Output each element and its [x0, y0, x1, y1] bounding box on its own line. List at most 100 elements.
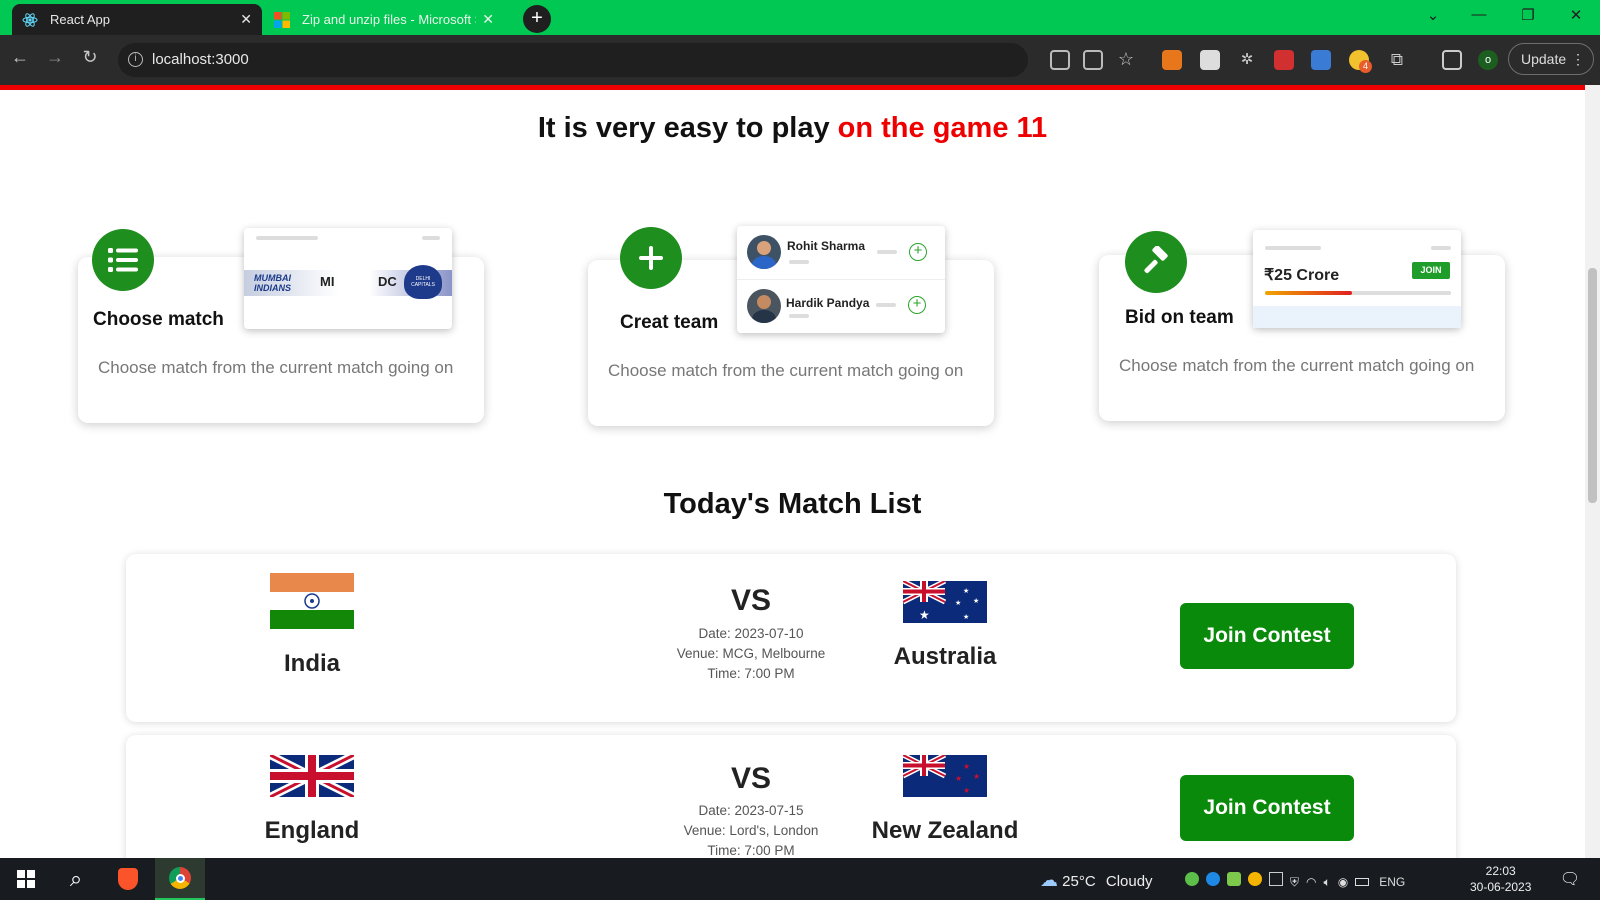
step-description: Choose match from the current match goin…: [98, 358, 454, 377]
language-indicator[interactable]: ENG: [1379, 875, 1405, 889]
search-icon[interactable]: ⌕: [58, 858, 94, 900]
svg-text:★: ★: [963, 587, 969, 595]
windows-start-icon[interactable]: [10, 858, 42, 900]
join-bid-button[interactable]: JOIN: [1412, 262, 1450, 279]
team-name: India: [283, 650, 340, 677]
placeholder-bar: [789, 260, 809, 264]
url-text: localhost:3000: [152, 51, 249, 68]
svg-text:★: ★: [973, 772, 980, 781]
volume-icon[interactable]: 🔈︎: [1324, 875, 1331, 889]
update-button[interactable]: Update ⋮: [1508, 43, 1594, 75]
placeholder-bar: [789, 314, 809, 318]
tab-close-icon[interactable]: ✕: [482, 11, 494, 28]
scrollbar-thumb[interactable]: [1588, 268, 1597, 503]
svg-text:★: ★: [919, 608, 930, 622]
tab-close-icon[interactable]: ✕: [240, 11, 252, 28]
bid-card-footer: [1253, 306, 1461, 328]
placeholder-bar: [1265, 246, 1321, 250]
notifications-icon[interactable]: 🗨︎: [1555, 858, 1585, 900]
svg-text:★: ★: [955, 599, 961, 607]
step-description: Choose match from the current match goin…: [608, 361, 964, 380]
placeholder-bar: [256, 236, 318, 240]
cloud-icon: ☁: [1040, 870, 1058, 890]
minimize-icon[interactable]: —: [1464, 6, 1494, 23]
browser-toolbar: ← → ↻ i localhost:3000 ☆ ✲ 4 ⧉ o Update …: [0, 35, 1600, 85]
team-name: England: [264, 817, 360, 844]
weather-widget[interactable]: ☁ 25°C Cloudy: [1040, 870, 1153, 891]
update-label: Update: [1521, 51, 1567, 67]
tab-zip-unzip[interactable]: Zip and unzip files - Microsoft S ✕: [264, 4, 504, 35]
step-description: Choose match from the current match goin…: [1119, 356, 1475, 375]
chevron-down-icon[interactable]: ⌄: [1418, 6, 1448, 24]
step-label: Creat team: [620, 312, 719, 333]
vs-label: VS: [730, 762, 772, 795]
step-icon-circle: [1125, 231, 1187, 293]
team-code: DC: [378, 274, 397, 289]
profile-avatar[interactable]: o: [1478, 50, 1498, 70]
bid-preview-card: ₹25 Crore JOIN: [1253, 230, 1461, 328]
battery-icon[interactable]: [1355, 878, 1370, 886]
add-player-icon[interactable]: +: [909, 243, 927, 261]
back-icon[interactable]: ←: [7, 47, 33, 68]
bid-progress-track: [1265, 291, 1451, 295]
install-icon[interactable]: [1050, 50, 1070, 70]
match-card: India VS Date: 2023-07-10 Venue: MCG, Me…: [126, 554, 1456, 722]
extension-icon[interactable]: [1311, 50, 1331, 70]
australia-flag-icon: ★ ★ ★ ★ ★: [901, 578, 987, 623]
chrome-icon[interactable]: [155, 858, 205, 900]
bookmark-star-icon[interactable]: ☆: [1116, 50, 1136, 70]
bid-progress-fill: [1265, 291, 1353, 295]
browser-tab-strip: React App ✕ Zip and unzip files - Micros…: [0, 0, 1600, 35]
share-icon[interactable]: [1083, 50, 1103, 70]
forward-icon[interactable]: →: [42, 47, 68, 68]
join-contest-button[interactable]: Join Contest: [1180, 775, 1354, 841]
mumbai-indians-logo: MUMBAI INDIANS: [254, 273, 292, 293]
svg-text:★: ★: [963, 786, 970, 795]
security-shield-icon[interactable]: ⛨: [1290, 875, 1299, 889]
taskbar-clock[interactable]: 22:03 30-06-2023: [1470, 863, 1531, 895]
step-label: Choose match: [93, 309, 224, 330]
extension-icon[interactable]: ✲: [1237, 50, 1257, 70]
svg-text:★: ★: [963, 762, 970, 771]
extension-icon[interactable]: 4: [1349, 50, 1372, 73]
menu-dots-icon[interactable]: ⋮: [1571, 44, 1585, 74]
wifi-icon[interactable]: ◠: [1306, 875, 1316, 889]
team-preview-card: Rohit Sharma + Hardik Pandya +: [737, 226, 945, 333]
add-player-icon[interactable]: +: [908, 296, 926, 314]
divider: [737, 279, 945, 280]
extension-icon[interactable]: [1274, 50, 1294, 70]
new-tab-button[interactable]: +: [523, 5, 551, 33]
svg-text:★: ★: [973, 597, 979, 605]
address-bar[interactable]: i localhost:3000: [118, 43, 1028, 77]
tab-react-app[interactable]: React App ✕: [12, 4, 262, 35]
tray-app-icon[interactable]: [1185, 872, 1199, 886]
team-name: Australia: [893, 643, 997, 670]
player-avatar: [747, 289, 781, 323]
tray-app-icon[interactable]: [1269, 872, 1283, 886]
brave-browser-icon[interactable]: [112, 858, 144, 900]
info-icon[interactable]: i: [128, 52, 143, 67]
puzzle-icon[interactable]: ⧉: [1387, 50, 1407, 70]
extension-badge: 4: [1359, 60, 1372, 73]
reload-icon[interactable]: ↻: [77, 47, 103, 68]
step-label: Bid on team: [1125, 307, 1234, 328]
join-contest-button[interactable]: Join Contest: [1180, 603, 1354, 669]
match-preview-card: MUMBAI INDIANS MI DC DELHI CAPITALS: [244, 228, 452, 329]
close-icon[interactable]: ✕: [1561, 6, 1591, 24]
side-panel-icon[interactable]: [1442, 50, 1462, 70]
hero-title: It is very easy to play on the game 11: [0, 112, 1585, 145]
match-date: Date: 2023-07-10: [698, 626, 804, 641]
gavel-icon: [1144, 246, 1168, 274]
tray-app-icon[interactable]: [1227, 872, 1241, 886]
chrome-tray-icon[interactable]: [1248, 872, 1262, 886]
player-name: Hardik Pandya: [786, 296, 870, 310]
restore-icon[interactable]: ❐: [1513, 6, 1543, 24]
weather-desc: Cloudy: [1105, 873, 1153, 890]
tray-app-icon[interactable]: ◉: [1338, 875, 1348, 889]
tab-title: Zip and unzip files - Microsoft S: [302, 12, 477, 27]
metamask-extension-icon[interactable]: [1162, 50, 1182, 70]
edge-icon[interactable]: [1206, 872, 1220, 886]
match-card: England VS Date: 2023-07-15 Venue: Lord'…: [126, 735, 1456, 858]
extension-icon[interactable]: [1200, 50, 1220, 70]
england-flag-icon: [268, 751, 356, 801]
